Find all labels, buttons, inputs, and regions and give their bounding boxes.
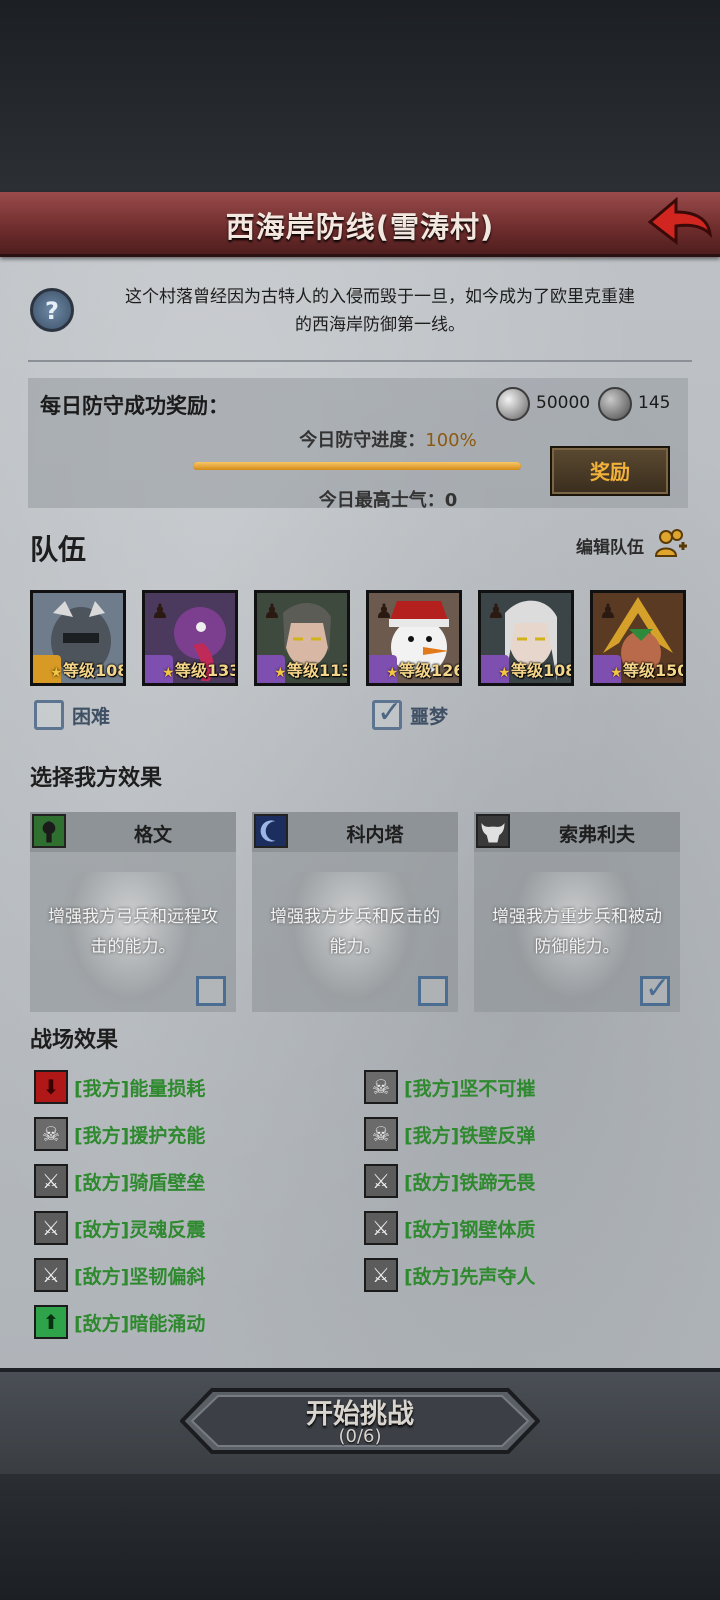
divider — [28, 360, 692, 362]
effect-description: 增强我方重步兵和被动防御能力。 — [492, 907, 662, 957]
locked-icon: ♟ — [487, 599, 505, 623]
check-icon: ✓ — [377, 695, 403, 730]
hero-slot[interactable]: ★ 等级108 — [30, 590, 126, 686]
hero-slot[interactable]: ♟ ★ 等级133 — [142, 590, 238, 686]
difficulty-hard-checkbox[interactable] — [34, 700, 64, 730]
effect-description: 增强我方弓兵和远程攻击的能力。 — [48, 907, 218, 957]
sword-icon: ⚔ — [364, 1164, 398, 1198]
effect-card-sofulifu[interactable]: 索弗利夫 增强我方重步兵和被动防御能力。 ✓ — [474, 812, 680, 1012]
moon-icon — [254, 814, 288, 848]
hero-level: 等级126 — [399, 661, 462, 680]
difficulty-nightmare-checkbox[interactable]: ✓ — [372, 695, 402, 730]
locked-icon: ♟ — [263, 599, 281, 623]
skull-icon: ☠ — [364, 1070, 398, 1104]
title-bar: 西海岸防线(雪涛村) — [0, 192, 720, 257]
help-button[interactable]: ? — [30, 288, 74, 332]
start-challenge-count: (0/6) — [338, 1426, 382, 1447]
reward-button[interactable]: 奖励 — [550, 446, 670, 496]
hero-level: 等级108 — [63, 661, 126, 680]
battle-effect-text: [敌方]骑盾壁垒 — [74, 1172, 206, 1194]
effect-checkbox[interactable]: ✓ — [640, 971, 670, 1006]
effect-card-koneta[interactable]: 科内塔 增强我方步兵和反击的能力。 — [252, 812, 458, 1012]
sword-icon: ⚔ — [364, 1211, 398, 1245]
sword-icon: ⚔ — [34, 1211, 68, 1245]
daily-reward-title: 每日防守成功奖励： — [40, 394, 229, 418]
progress-label-text: 今日防守进度： — [299, 430, 426, 451]
battle-effect-text: [我方]援护充能 — [74, 1125, 206, 1147]
locked-icon: ♟ — [375, 599, 393, 623]
sword-icon: ⚔ — [34, 1164, 68, 1198]
star-icon: ★ — [610, 665, 623, 681]
battle-effect-text: [敌方]铁蹄无畏 — [404, 1172, 536, 1194]
down-arrow-icon: ⬇ — [34, 1070, 68, 1104]
battle-effect-text: [我方]能量损耗 — [74, 1078, 206, 1100]
effect-name: 格文 — [133, 824, 172, 846]
effect-checkbox[interactable] — [196, 976, 226, 1006]
hero-level: 等级150 — [623, 661, 686, 680]
battle-effect-text: [敌方]先声夺人 — [404, 1266, 536, 1288]
hero-slot[interactable]: ♟ ★ 等级108 — [478, 590, 574, 686]
top-dark-area — [0, 0, 720, 192]
star-icon: ★ — [386, 665, 399, 681]
star-icon: ★ — [162, 665, 175, 681]
sword-icon: ⚔ — [364, 1258, 398, 1292]
skull-icon: ☠ — [34, 1117, 68, 1151]
battle-effect-text: [敌方]钢壁体质 — [404, 1219, 536, 1241]
edit-team-button[interactable]: 编辑队伍 — [576, 533, 644, 558]
difficulty-hard-label: 困难 — [72, 706, 111, 728]
description-line-2: 的西海岸防御第一线。 — [295, 315, 465, 335]
silver-amount: 50000 — [536, 393, 591, 413]
morale-label: 今日最高士气：0 — [318, 490, 458, 511]
silver-coin-icon — [496, 387, 530, 421]
skull-icon: ☠ — [364, 1117, 398, 1151]
daily-reward-panel: 每日防守成功奖励： 50000 145 今日防守进度：100% 今日最高士气：0… — [28, 378, 688, 511]
effect-card-header: 科内塔 — [252, 812, 458, 852]
effect-name: 科内塔 — [346, 824, 404, 846]
main-panel: 西海岸防线(雪涛村) ? 这个村落曾经因为古特人的入侵而毁于一旦，如今成为了欧里… — [0, 192, 720, 1470]
locked-icon: ♟ — [599, 599, 617, 623]
battle-effect-text: [我方]铁壁反弹 — [404, 1125, 536, 1147]
star-icon: ★ — [274, 665, 287, 681]
description-line-1: 这个村落曾经因为古特人的入侵而毁于一旦，如今成为了欧里克重建 — [125, 287, 635, 307]
sword-icon: ⚔ — [34, 1258, 68, 1292]
battle-effect-text: [敌方]灵魂反震 — [74, 1219, 206, 1241]
gear-coin-icon — [598, 387, 632, 421]
up-arrow-icon: ⬆ — [34, 1305, 68, 1339]
our-effects-title: 选择我方效果 — [30, 766, 163, 791]
bull-skull-icon — [476, 814, 510, 848]
battle-effect-text: [我方]坚不可摧 — [404, 1078, 536, 1100]
hero-level: 等级113 — [287, 661, 350, 680]
progress-label: 今日防守进度：100% — [223, 426, 553, 452]
effect-description: 增强我方步兵和反击的能力。 — [270, 907, 440, 957]
progress-value: 100% — [425, 430, 477, 451]
page-title: 西海岸防线(雪涛村) — [225, 210, 495, 244]
effect-card-header: 索弗利夫 — [474, 812, 680, 852]
effect-card-header: 格文 — [30, 812, 236, 852]
tree-icon — [32, 814, 66, 848]
hero-level: 等级133 — [175, 661, 238, 680]
edit-team-icon[interactable] — [654, 526, 688, 560]
hero-slot[interactable]: ♟ ★ 等级150 — [590, 590, 686, 686]
effect-checkbox[interactable] — [418, 976, 448, 1006]
battle-effect-text: [敌方]暗能涌动 — [74, 1313, 206, 1335]
locked-icon: ♟ — [151, 599, 169, 623]
progress-bar — [193, 462, 521, 470]
effect-card-gewen[interactable]: 格文 增强我方弓兵和远程攻击的能力。 — [30, 812, 236, 1012]
battle-effect-text: [敌方]坚韧偏斜 — [74, 1266, 206, 1288]
team-title: 队伍 — [30, 533, 87, 566]
progress-bar-fill — [193, 462, 521, 470]
battle-effects-title: 战场效果 — [30, 1028, 119, 1053]
start-challenge-button[interactable]: 开始挑战 (0/6) — [180, 1388, 540, 1454]
gear-amount: 145 — [638, 393, 671, 413]
star-icon: ★ — [50, 665, 63, 681]
star-icon: ★ — [498, 665, 511, 681]
hero-level: 等级108 — [511, 661, 574, 680]
bottom-dark-area — [0, 1470, 720, 1600]
difficulty-nightmare-label: 噩梦 — [410, 706, 449, 728]
check-icon: ✓ — [645, 971, 671, 1006]
hero-slot[interactable]: ♟ ★ 等级113 — [254, 590, 350, 686]
effect-name: 索弗利夫 — [558, 824, 635, 846]
hero-slot[interactable]: ♟ ★ 等级126 — [366, 590, 462, 686]
back-arrow-icon[interactable] — [646, 194, 714, 250]
